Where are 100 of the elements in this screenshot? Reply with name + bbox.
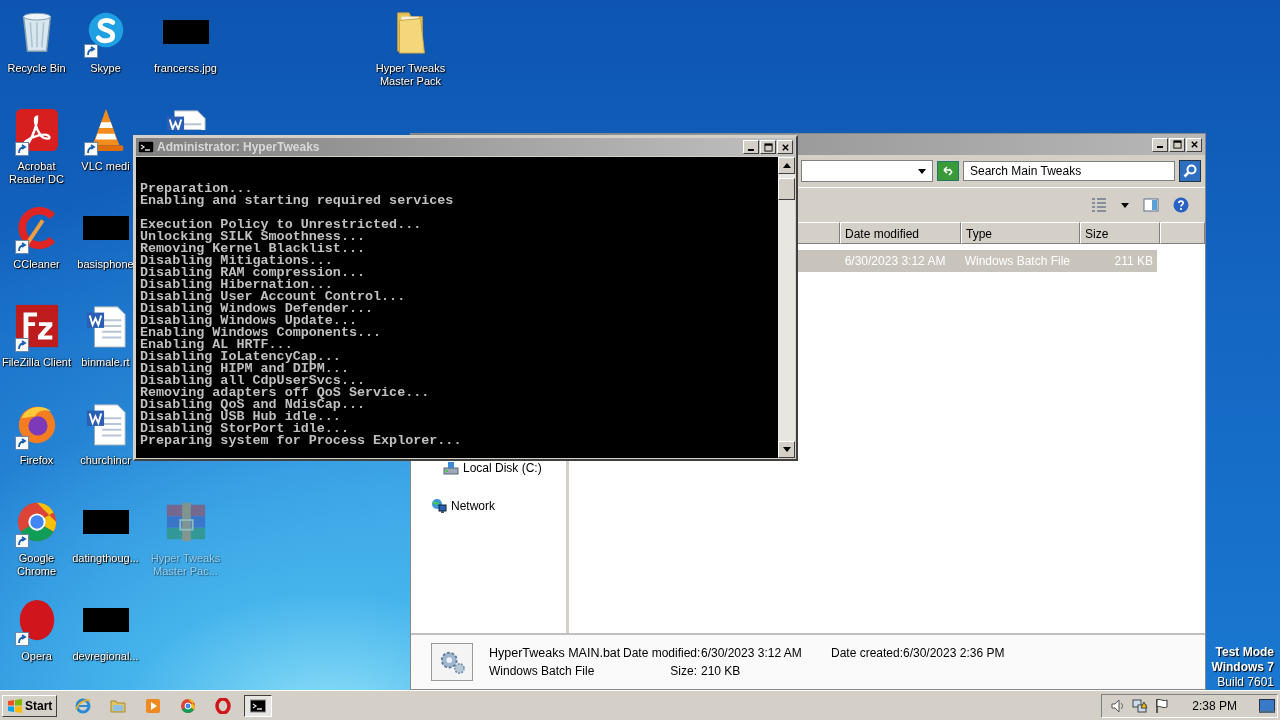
desktop-icon-label[interactable]: CCleaner <box>13 258 60 271</box>
close-button[interactable] <box>1186 137 1202 152</box>
media-player-icon <box>145 697 162 714</box>
console-output-line: Unlocking SILK Smoothness... <box>140 231 366 243</box>
scroll-down-button[interactable] <box>778 441 795 458</box>
console-output-line: Enabling and starting required services <box>140 195 455 207</box>
search-icon <box>1182 163 1198 179</box>
network-icon <box>431 498 447 514</box>
dropdown-caret-icon[interactable] <box>1121 202 1129 208</box>
watermark-text: Test Mode <box>1215 645 1274 660</box>
maximize-icon <box>763 142 773 152</box>
minimize-icon <box>1157 146 1163 148</box>
clock[interactable]: 2:38 PM <box>1192 698 1237 713</box>
watermark-text: Windows 7 <box>1211 660 1274 675</box>
console-output-line: Disabling HIPM and DIPM... <box>140 363 349 375</box>
console-output-line: Disabling QoS and NdisCap... <box>140 399 366 411</box>
windows-logo-icon <box>7 697 23 714</box>
date-cell-text: 6/30/2023 3:12 AM <box>843 254 947 268</box>
network-icon[interactable] <box>1132 697 1149 714</box>
column-header[interactable] <box>795 222 840 244</box>
blacked-out-thumbnail[interactable] <box>82 608 129 632</box>
filezilla-icon[interactable] <box>13 303 60 349</box>
start-button[interactable]: Start <box>2 694 58 717</box>
column-header[interactable]: Size <box>1080 222 1160 244</box>
desktop-icon-label[interactable]: binmale.rt <box>81 356 130 369</box>
window-title: Administrator: HyperTweaks <box>157 140 320 154</box>
desktop-icon-label[interactable]: Recycle Bin <box>7 62 66 75</box>
detail-label: Date modified: <box>623 646 701 660</box>
folder-icon <box>110 697 127 714</box>
console-output-line: Enabling Windows Components... <box>140 327 383 339</box>
console-output-line: Enabling AL HRTF... <box>140 339 293 351</box>
minimize-button[interactable] <box>743 140 759 154</box>
search-field[interactable]: Search Main Tweaks <box>963 161 1175 181</box>
internet-explorer-icon <box>75 697 92 714</box>
dropdown-caret-icon[interactable] <box>918 168 926 174</box>
blacked-out-thumbnail[interactable] <box>82 216 129 240</box>
console-output-line: Execution Policy to Unrestricted... <box>140 219 423 231</box>
down-arrow-icon <box>782 447 791 452</box>
up-arrow-icon <box>782 163 791 168</box>
desktop-icon-label[interactable]: francerss.jpg <box>154 62 217 75</box>
chrome-icon <box>180 697 197 714</box>
desktop-icon-label[interactable]: churchincr <box>80 454 131 467</box>
column-header[interactable]: Date modified <box>840 222 961 244</box>
flag-icon[interactable] <box>1154 697 1171 714</box>
file-type: Windows Batch File <box>489 664 596 678</box>
detail-value: 210 KB <box>701 664 742 678</box>
nav-item[interactable]: Local Disk (C:) <box>411 458 566 478</box>
console-output-line: Disabling Windows Defender... <box>140 303 375 315</box>
maximize-button[interactable] <box>760 140 776 154</box>
console-output-line: Removing adapters off QoS Service... <box>140 387 431 399</box>
opera-icon <box>215 697 232 714</box>
detail-value: 6/30/2023 3:12 AM <box>701 646 803 660</box>
desktop-icon-label[interactable]: FileZilla Client <box>1 356 72 369</box>
watermark-text: Build 7601 <box>1217 675 1274 690</box>
search-button[interactable] <box>1179 160 1201 182</box>
desktop-icon-label[interactable]: Firefox <box>19 454 54 467</box>
preview-pane-icon[interactable] <box>1143 197 1159 213</box>
nav-item[interactable]: Network <box>411 496 566 516</box>
console-output-line: Removing Kernel Blacklist... <box>140 243 366 255</box>
detail-value: 6/30/2023 2:36 PM <box>903 646 1005 660</box>
drive-icon <box>443 460 459 476</box>
taskbar-button[interactable] <box>244 694 273 717</box>
address-field[interactable] <box>801 160 933 182</box>
size-cell-text: 211 KB <box>1113 254 1154 268</box>
maximize-button[interactable] <box>1169 137 1185 152</box>
desktop-icon-label[interactable]: basisphone <box>77 258 134 271</box>
blacked-out-thumbnail[interactable] <box>82 510 129 534</box>
detail-label: Size: <box>669 664 698 678</box>
column-header[interactable]: Type <box>961 222 1080 244</box>
file-name: HyperTweaks MAIN.bat <box>489 646 622 660</box>
desktop-icon-label[interactable]: Skype <box>90 62 121 75</box>
desktop-icon-label[interactable]: Hyper Tweaks Master Pack <box>373 62 448 88</box>
console-output-line: Disabling Windows Update... <box>140 315 357 327</box>
close-button[interactable] <box>777 140 793 154</box>
console-output-line: Disabling User Account Control... <box>140 291 407 303</box>
console-output-line: Disabling RAM compression... <box>140 267 366 279</box>
minimize-button[interactable] <box>1152 137 1168 152</box>
console-output-line: Disabling StorPort idle... <box>140 423 349 435</box>
scroll-up-button[interactable] <box>778 157 795 174</box>
console-output-line: Disabling Hibernation... <box>140 279 333 291</box>
close-icon <box>780 142 790 152</box>
blacked-out-thumbnail[interactable] <box>162 20 209 44</box>
help-icon[interactable] <box>1173 197 1189 213</box>
show-desktop-icon[interactable] <box>1259 698 1275 713</box>
console-output-line: Disabling Mitigations... <box>140 255 333 267</box>
desktop-icon-label[interactable]: Acrobat Reader DC <box>0 160 74 186</box>
detail-label: Date created: <box>831 646 903 660</box>
refresh-button[interactable] <box>937 161 959 181</box>
console-output-line: Preparing system for Process Explorer... <box>140 435 463 447</box>
command-prompt-icon <box>138 141 154 153</box>
console-output-line: Disabling all CdpUserSvcs... <box>140 375 365 387</box>
console-output-line: Disabling USB Hub idle... <box>140 411 341 423</box>
refresh-arrows-icon <box>941 165 955 177</box>
console-output-line: Preparation... <box>140 183 253 195</box>
close-icon <box>1189 140 1199 149</box>
command-prompt-icon <box>250 697 267 714</box>
acrobat-icon[interactable] <box>13 107 60 153</box>
desktop-icon-label[interactable]: VLC medi <box>81 160 130 173</box>
maximize-icon <box>1172 140 1182 149</box>
scrollbar-thumb[interactable] <box>778 178 795 200</box>
